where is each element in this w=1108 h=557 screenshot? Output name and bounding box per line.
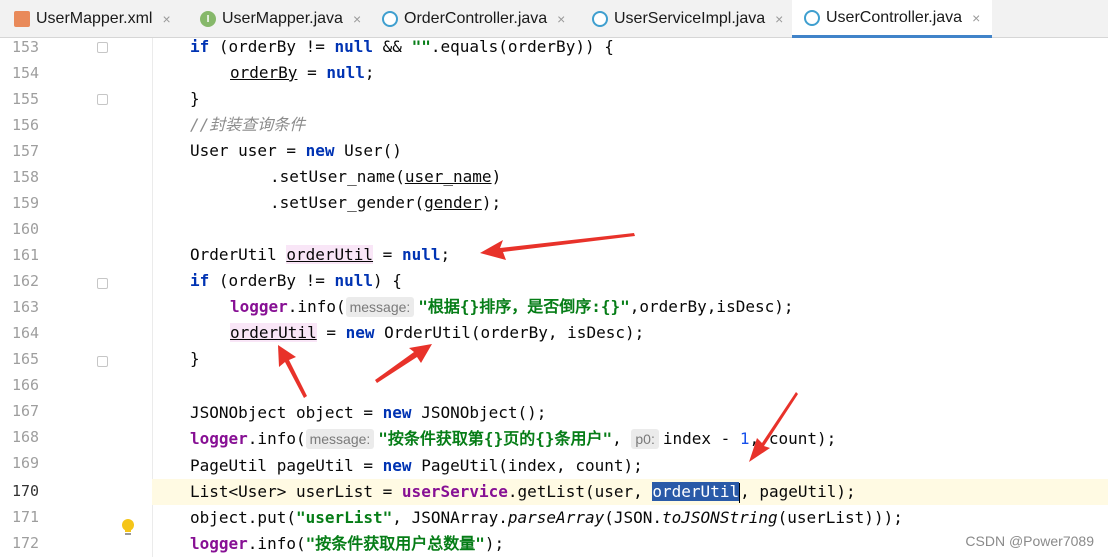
annotation-arrow [480, 233, 635, 260]
watermark: CSDN @Power7089 [965, 533, 1094, 549]
annotation-arrows [278, 233, 798, 462]
annotation-arrow [375, 344, 432, 383]
annotation-arrow [749, 392, 798, 462]
annotation-arrow [278, 345, 307, 398]
